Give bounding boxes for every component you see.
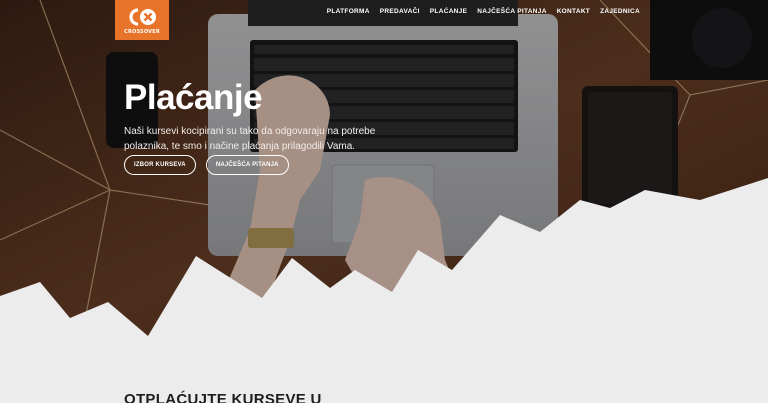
hero-subtitle: Naši kursevi kocipirani su tako da odgov…: [124, 126, 376, 152]
hero-background-photo: [0, 0, 768, 360]
section-title: OTPLAĆUJTE KURSEVE U: [124, 391, 322, 403]
nav-platforma[interactable]: PLATFORMA: [327, 8, 370, 15]
nav-najcesca-pitanja[interactable]: NAJČEŠĆA PITANJA: [477, 8, 546, 15]
nav-placanje[interactable]: PLAĆANJE: [430, 8, 467, 15]
page-title: Plaćanje: [124, 78, 263, 117]
nav-zajednica[interactable]: ZAJEDNICA: [600, 8, 640, 15]
crossover-logo-icon: [125, 6, 159, 28]
najcesca-pitanja-button[interactable]: NAJČEŠĆA PITANJA: [205, 155, 289, 175]
main-navigation: PLATFORMA PREDAVAČI PLAĆANJE NAJČEŠĆA PI…: [327, 8, 640, 15]
hero-buttons: IZBOR KURSEVA NAJČEŠĆA PITANJA: [124, 155, 289, 175]
izbor-kurseva-button[interactable]: IZBOR KURSEVA: [124, 155, 196, 175]
hero-section: CROSSOVER PLATFORMA PREDAVAČI PLAĆANJE N…: [0, 0, 768, 360]
logo-text: CROSSOVER: [124, 28, 160, 35]
nav-kontakt[interactable]: KONTAKT: [557, 8, 590, 15]
nav-predavaci[interactable]: PREDAVAČI: [380, 8, 420, 15]
brand-logo[interactable]: CROSSOVER: [115, 0, 169, 40]
